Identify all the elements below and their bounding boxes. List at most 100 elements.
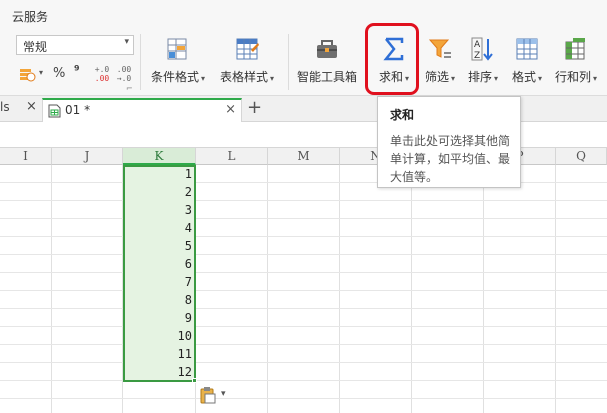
grid-row-line <box>0 272 607 273</box>
number-format-select[interactable]: 常规 ▾ <box>16 35 134 55</box>
cell-value[interactable]: 3 <box>125 203 192 221</box>
chevron-down-icon: ▾ <box>124 37 129 47</box>
grid-row-line <box>0 218 607 219</box>
ribbon-divider <box>140 34 141 90</box>
sort-az-icon: A Z <box>471 37 493 61</box>
tab-active-label: 01 * <box>65 103 91 117</box>
chevron-down-icon: ▾ <box>494 74 499 83</box>
table-style-button[interactable]: 表格样式 ▾ <box>214 34 280 92</box>
cell-value[interactable]: 4 <box>125 221 192 239</box>
row-col-button[interactable]: 行和列 ▾ <box>552 34 607 92</box>
grid-row-line <box>0 380 607 381</box>
tab-active-workbook[interactable]: 01 * × <box>42 98 242 122</box>
column-header-I[interactable]: I <box>0 148 52 165</box>
grid-column-line <box>483 165 484 413</box>
column-header-J[interactable]: J <box>52 148 123 165</box>
close-icon[interactable]: × <box>26 99 37 114</box>
conditional-format-button[interactable]: 条件格式 ▾ <box>146 34 210 92</box>
grid-row-line <box>0 362 607 363</box>
format-grid-icon <box>516 38 538 60</box>
cell-value[interactable]: 12 <box>125 365 192 383</box>
smart-toolbox-label: 智能工具箱 <box>296 70 357 84</box>
grid-column-line <box>339 165 340 413</box>
cell-value[interactable]: 9 <box>125 311 192 329</box>
grid-row-line <box>0 398 607 399</box>
add-tab-icon[interactable]: + <box>247 97 262 118</box>
number-format-value: 常规 <box>23 40 48 54</box>
grid-column-line <box>267 165 268 413</box>
spreadsheet-doc-icon <box>48 104 61 118</box>
table-style-label: 表格样式 <box>219 70 268 84</box>
filter-label: 筛选 <box>424 70 449 84</box>
increase-decimal-top: +.0 <box>94 65 110 74</box>
cell-value[interactable]: 7 <box>125 275 192 293</box>
cell-value[interactable]: 5 <box>125 239 192 257</box>
increase-decimal-button[interactable]: +.0 .00 <box>93 65 111 83</box>
conditional-format-label: 条件格式 <box>150 70 199 84</box>
ribbon-toolbar: 常规 ▾ ▾ % ⁹ +.0 .00 .00 →.0 ⌐ 条件格式 ▾ 表格样式… <box>0 30 607 96</box>
sort-label: 排序 <box>467 70 492 84</box>
filter-icon <box>428 39 451 58</box>
decrease-decimal-button[interactable]: .00 →.0 <box>115 65 133 83</box>
paste-options-button[interactable]: ▾ <box>200 386 230 404</box>
ribbon-divider <box>288 34 289 90</box>
sort-button[interactable]: A Z 排序 ▾ <box>463 34 503 92</box>
chevron-down-icon: ▾ <box>221 389 226 399</box>
grid-column-line <box>51 165 52 413</box>
grid-column-line <box>411 165 412 413</box>
row-col-label: 行和列 <box>555 70 592 84</box>
cell-value[interactable]: 8 <box>125 293 192 311</box>
grid-row-line <box>0 200 607 201</box>
column-header-M[interactable]: M <box>268 148 340 165</box>
currency-format-button[interactable]: ▾ <box>18 66 46 84</box>
increase-decimal-bottom: .00 <box>94 74 110 83</box>
cell-value[interactable]: 2 <box>125 185 192 203</box>
decrease-decimal-bottom: →.0 <box>116 74 132 83</box>
tab-previous[interactable]: ls × <box>0 99 40 119</box>
cell-value[interactable]: 1 <box>125 167 192 185</box>
tooltip-body: 单击此处可选择其他简单计算，如平均值、最大值等。 <box>390 134 511 184</box>
fill-handle[interactable] <box>192 378 197 383</box>
format-button[interactable]: 格式 ▾ <box>507 34 547 92</box>
row-col-icon <box>565 38 585 60</box>
comma-format-button[interactable]: ⁹ <box>74 64 80 79</box>
grid-row-line <box>0 344 607 345</box>
chevron-down-icon: ▾ <box>451 74 456 83</box>
chevron-down-icon: ▾ <box>39 68 44 77</box>
grid-row-line <box>0 254 607 255</box>
top-strip: 云服务 <box>0 0 607 30</box>
percent-format-button[interactable]: % <box>53 66 65 81</box>
table-style-icon <box>236 38 259 60</box>
cell-value[interactable]: 11 <box>125 347 192 365</box>
column-header-K[interactable]: K <box>123 148 196 165</box>
smart-toolbox-button[interactable]: 智能工具箱 <box>294 34 360 92</box>
toolbox-icon <box>317 40 337 58</box>
cell-value[interactable]: 10 <box>125 329 192 347</box>
tab-previous-label: ls <box>0 100 10 114</box>
grid-row-line <box>0 290 607 291</box>
number-format-dialog-launcher[interactable]: ⌐ <box>126 84 133 93</box>
svg-text:A: A <box>474 40 481 50</box>
chevron-down-icon: ▾ <box>270 74 275 83</box>
grid-column-line <box>555 165 556 413</box>
sum-highlight-annotation <box>365 23 419 95</box>
currency-icon <box>20 69 36 82</box>
cell-value[interactable]: 6 <box>125 257 192 275</box>
clipboard-icon <box>200 387 216 404</box>
conditional-format-icon <box>167 38 187 60</box>
close-icon[interactable]: × <box>225 102 236 117</box>
tooltip-title: 求和 <box>390 108 415 122</box>
cloud-service-label[interactable]: 云服务 <box>12 8 48 25</box>
format-label: 格式 <box>511 70 536 84</box>
decrease-decimal-top: .00 <box>116 65 132 74</box>
column-header-L[interactable]: L <box>196 148 268 165</box>
chevron-down-icon: ▾ <box>201 74 206 83</box>
column-header-Q[interactable]: Q <box>556 148 607 165</box>
filter-button[interactable]: 筛选 ▾ <box>420 34 460 92</box>
chevron-down-icon: ▾ <box>593 74 598 83</box>
grid-row-line <box>0 326 607 327</box>
chevron-down-icon: ▾ <box>538 74 543 83</box>
sum-tooltip: 求和 单击此处可选择其他简单计算，如平均值、最大值等。 <box>377 96 521 188</box>
grid-row-line <box>0 308 607 309</box>
grid-row-line <box>0 236 607 237</box>
